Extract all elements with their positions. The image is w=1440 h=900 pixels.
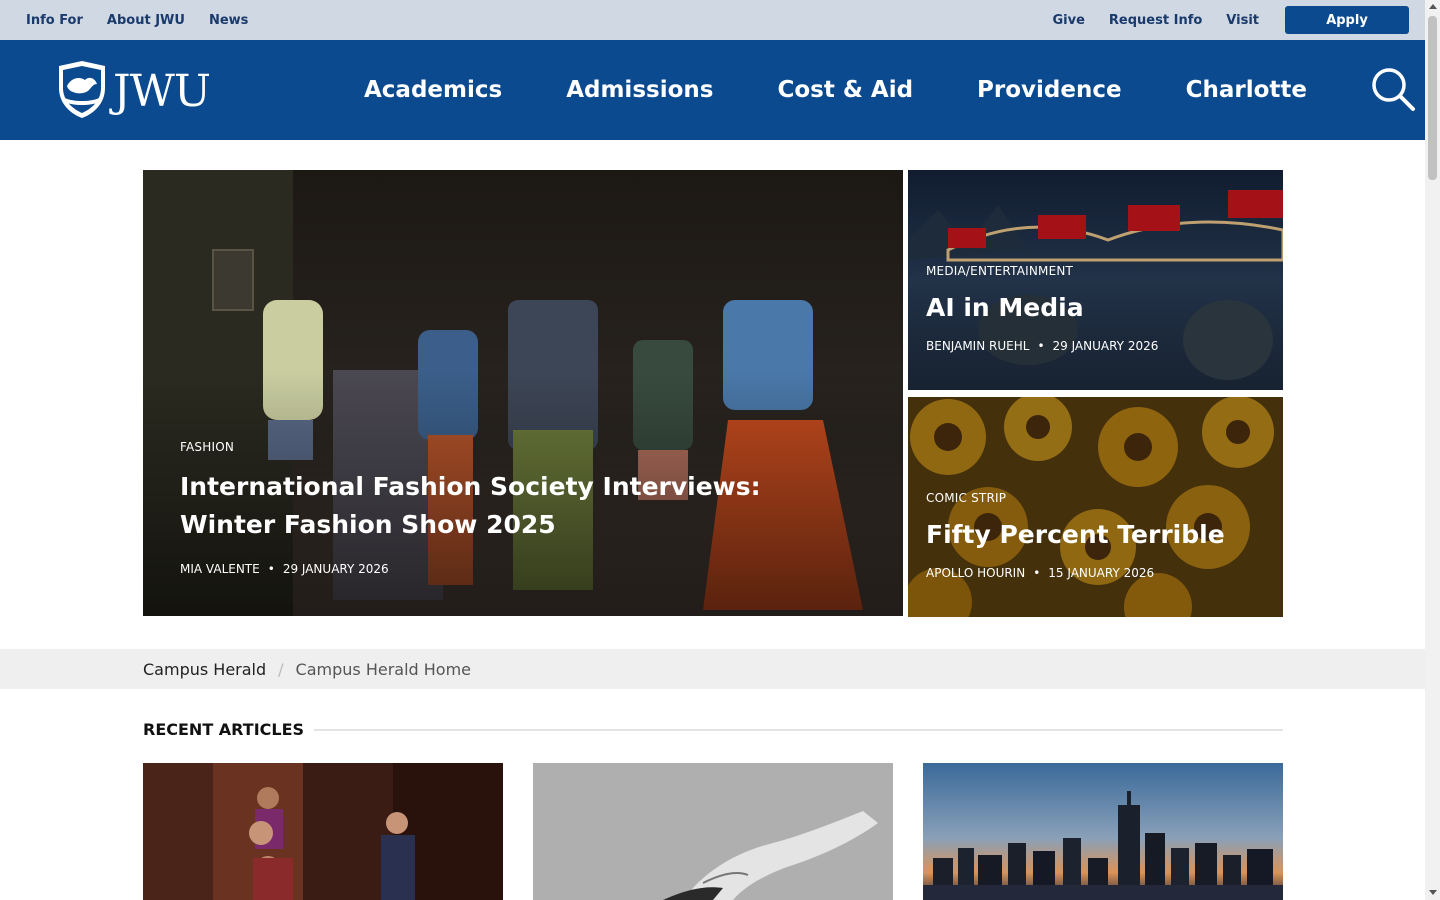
featured-side-2-text: COMIC STRIP Fifty Percent Terrible APOLL…: [926, 491, 1225, 580]
utility-nav-left: Info For About JWU News: [26, 0, 248, 40]
main-nav: JWU Academics Admissions Cost & Aid Prov…: [0, 40, 1425, 140]
byline: APOLLO HOURIN • 15 JANUARY 2026: [926, 566, 1225, 580]
category-label[interactable]: MEDIA/ENTERTAINMENT: [926, 264, 1158, 278]
scroll-up-arrow-icon[interactable]: [1429, 4, 1437, 9]
section-title: RECENT ARTICLES: [143, 720, 305, 739]
byline-separator: •: [267, 562, 275, 576]
give-link[interactable]: Give: [1053, 13, 1085, 28]
author-name[interactable]: MIA VALENTE: [180, 562, 260, 576]
author-name[interactable]: BENJAMIN RUEHL: [926, 339, 1029, 353]
breadcrumb-current: Campus Herald Home: [295, 659, 472, 679]
recent-articles-heading: RECENT ARTICLES: [143, 720, 1283, 739]
jwu-logo[interactable]: JWU: [55, 58, 211, 120]
nav-academics[interactable]: Academics: [364, 77, 502, 103]
scroll-thumb[interactable]: [1428, 16, 1437, 180]
nav-charlotte[interactable]: Charlotte: [1186, 77, 1307, 103]
theater-performance-image: [143, 763, 503, 900]
page: Info For About JWU News Give Request Inf…: [0, 0, 1440, 900]
search-icon[interactable]: [1370, 66, 1416, 112]
featured-main-text: FASHION International Fashion Society In…: [180, 440, 860, 576]
featured-article-side-2[interactable]: COMIC STRIP Fifty Percent Terrible APOLL…: [908, 397, 1283, 617]
logo-wordmark: JWU: [113, 65, 211, 117]
page-scrollbar[interactable]: [1425, 0, 1440, 900]
featured-article-side-1[interactable]: MEDIA/ENTERTAINMENT AI in Media BENJAMIN…: [908, 170, 1283, 390]
publish-date: 29 JANUARY 2026: [1052, 339, 1159, 353]
breadcrumb: Campus Herald / Campus Herald Home: [0, 649, 1425, 689]
about-jwu-link[interactable]: About JWU: [107, 13, 185, 28]
utility-bar: Info For About JWU News Give Request Inf…: [0, 0, 1425, 40]
hands-image: [533, 763, 893, 900]
primary-nav: Academics Admissions Cost & Aid Providen…: [364, 40, 1307, 140]
visit-link[interactable]: Visit: [1226, 13, 1259, 28]
section-divider: [314, 728, 1283, 731]
publish-date: 15 JANUARY 2026: [1048, 566, 1155, 580]
breadcrumb-campus-herald[interactable]: Campus Herald: [143, 660, 266, 679]
category-label[interactable]: FASHION: [180, 440, 860, 454]
crest-icon: [59, 61, 105, 118]
request-info-link[interactable]: Request Info: [1109, 13, 1202, 28]
article-card[interactable]: [143, 763, 503, 900]
scroll-down-arrow-icon[interactable]: [1429, 890, 1437, 895]
byline: BENJAMIN RUEHL • 29 JANUARY 2026: [926, 339, 1158, 353]
nav-admissions[interactable]: Admissions: [566, 77, 713, 103]
nav-cost-aid[interactable]: Cost & Aid: [777, 77, 913, 103]
article-card[interactable]: [923, 763, 1283, 900]
city-skyline-image: [923, 763, 1283, 900]
breadcrumb-trail: Campus Herald / Campus Herald Home: [143, 660, 471, 679]
featured-side-1-text: MEDIA/ENTERTAINMENT AI in Media BENJAMIN…: [926, 264, 1158, 353]
info-for-link[interactable]: Info For: [26, 13, 83, 28]
article-title[interactable]: International Fashion Society Interviews…: [180, 468, 860, 544]
breadcrumb-separator: /: [278, 659, 284, 679]
category-label[interactable]: COMIC STRIP: [926, 491, 1225, 505]
author-name[interactable]: APOLLO HOURIN: [926, 566, 1025, 580]
news-link[interactable]: News: [209, 13, 248, 28]
publish-date: 29 JANUARY 2026: [282, 562, 389, 576]
featured-article-main[interactable]: FASHION International Fashion Society In…: [143, 170, 903, 616]
nav-providence[interactable]: Providence: [977, 77, 1122, 103]
article-card[interactable]: [533, 763, 893, 900]
byline: MIA VALENTE • 29 JANUARY 2026: [180, 562, 860, 576]
article-title[interactable]: AI in Media: [926, 292, 1158, 324]
apply-button[interactable]: Apply: [1285, 6, 1409, 34]
utility-nav-right: Give Request Info Visit Apply: [1053, 0, 1409, 40]
article-title[interactable]: Fifty Percent Terrible: [926, 519, 1225, 551]
byline-separator: •: [1033, 566, 1041, 580]
byline-separator: •: [1037, 339, 1045, 353]
